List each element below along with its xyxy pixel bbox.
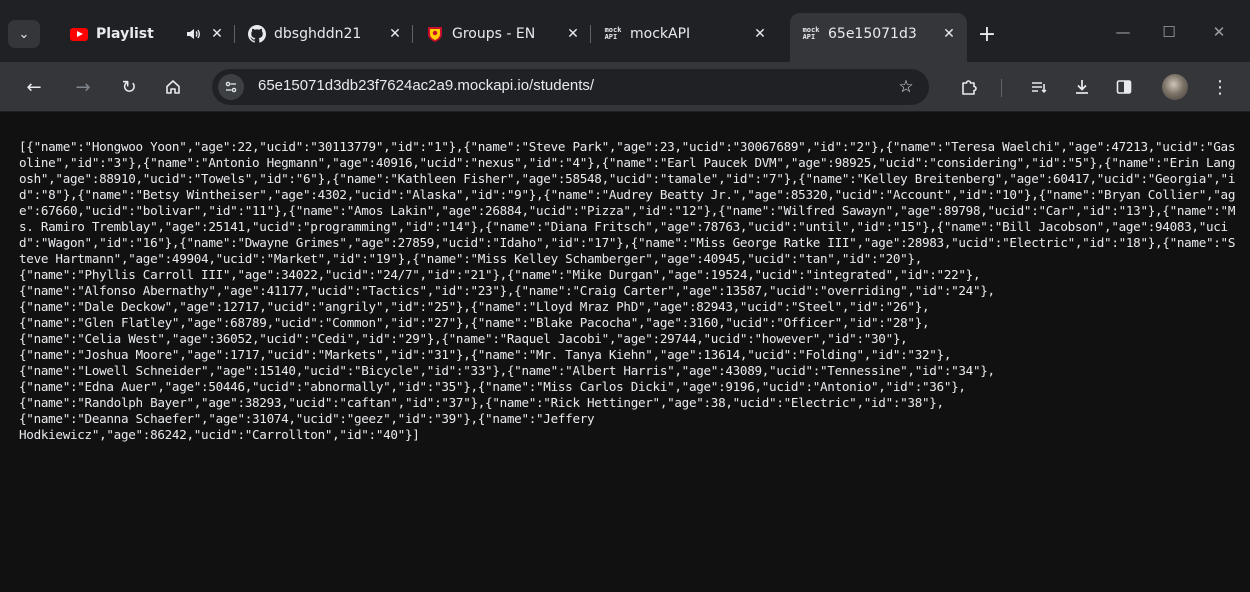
tab-mockapi[interactable]: mock API mockAPI ✕ — [592, 15, 778, 53]
maximize-button[interactable]: ☐ — [1146, 16, 1192, 48]
tab-title: 65e15071d3 — [828, 25, 917, 42]
tab-playlist[interactable]: Playlist ✕ — [58, 15, 235, 53]
plus-icon: + — [977, 21, 997, 47]
github-icon — [248, 25, 266, 43]
mockapi-icon: mock API — [604, 26, 622, 41]
home-icon — [166, 80, 180, 94]
bookmark-button[interactable]: ☆ — [893, 74, 919, 100]
close-icon[interactable]: ✕ — [207, 24, 227, 44]
avatar[interactable] — [1162, 74, 1188, 100]
mockapi-icon: mock API — [802, 25, 820, 41]
menu-button[interactable]: ⋮ — [1204, 71, 1236, 103]
close-icon[interactable]: ✕ — [750, 24, 770, 44]
side-panel-button[interactable] — [1108, 71, 1140, 103]
page-content: [{"name":"Hongwoo Yoon","age":22,"ucid":… — [0, 112, 1250, 592]
back-button[interactable]: ← — [18, 71, 50, 103]
university-shield-icon — [426, 25, 444, 43]
reading-list-icon — [1032, 82, 1047, 93]
forward-arrow-icon: → — [75, 76, 91, 98]
home-button[interactable] — [157, 71, 189, 103]
puzzle-icon — [962, 80, 977, 95]
kebab-menu-icon: ⋮ — [1211, 76, 1229, 98]
window-close-icon: ✕ — [1212, 23, 1226, 41]
side-panel-icon — [1116, 80, 1132, 94]
youtube-icon — [70, 25, 88, 43]
chevron-down-icon: ⌄ — [18, 26, 30, 42]
tab-groups[interactable]: Groups - EN ✕ — [414, 15, 591, 53]
url-text[interactable]: 65e15071d3db23f7624ac2a9.mockapi.io/stud… — [258, 77, 594, 94]
new-tab-button[interactable]: + — [973, 20, 1001, 48]
tab-students-active[interactable]: mock API 65e15071d3 ✕ — [790, 13, 967, 62]
tab-separator — [590, 25, 591, 43]
address-bar[interactable]: 65e15071d3db23f7624ac2a9.mockapi.io/stud… — [212, 69, 929, 105]
tab-title: dbsghddn21 — [274, 26, 362, 42]
forward-button[interactable]: → — [67, 71, 99, 103]
window-close-button[interactable]: ✕ — [1196, 16, 1242, 48]
reload-icon: ↻ — [121, 76, 137, 98]
close-icon[interactable]: ✕ — [939, 24, 959, 44]
back-arrow-icon: ← — [26, 76, 42, 98]
tab-search-button[interactable]: ⌄ — [8, 20, 40, 48]
tab-separator — [412, 25, 413, 43]
reading-list-button[interactable] — [1023, 71, 1055, 103]
tab-strip: ⌄ Playlist ✕ dbsghddn21 ✕ Groups - EN ✕ … — [0, 0, 1250, 62]
json-response-text: [{"name":"Hongwoo Yoon","age":22,"ucid":… — [19, 139, 1236, 442]
site-info-icon — [225, 81, 237, 93]
star-icon: ☆ — [898, 77, 914, 97]
downloads-button[interactable] — [1066, 71, 1098, 103]
browser-toolbar: ← → ↻ 65e15071d3db23f7624ac2a9.mockapi.i… — [0, 62, 1250, 112]
speaker-icon[interactable] — [183, 24, 203, 44]
maximize-icon: ☐ — [1162, 23, 1176, 41]
site-info-button[interactable] — [218, 74, 244, 100]
minimize-icon: — — [1115, 23, 1131, 41]
toolbar-divider — [1001, 79, 1002, 97]
close-icon[interactable]: ✕ — [385, 24, 405, 44]
close-icon[interactable]: ✕ — [563, 24, 583, 44]
reload-button[interactable]: ↻ — [113, 71, 145, 103]
minimize-button[interactable]: — — [1100, 16, 1146, 48]
download-icon — [1076, 80, 1088, 94]
tab-github[interactable]: dbsghddn21 ✕ — [236, 15, 413, 53]
tab-title: Playlist — [96, 26, 154, 42]
tab-separator — [234, 25, 235, 43]
tab-title: mockAPI — [630, 26, 691, 42]
extensions-button[interactable] — [953, 71, 985, 103]
tab-title: Groups - EN — [452, 26, 536, 42]
